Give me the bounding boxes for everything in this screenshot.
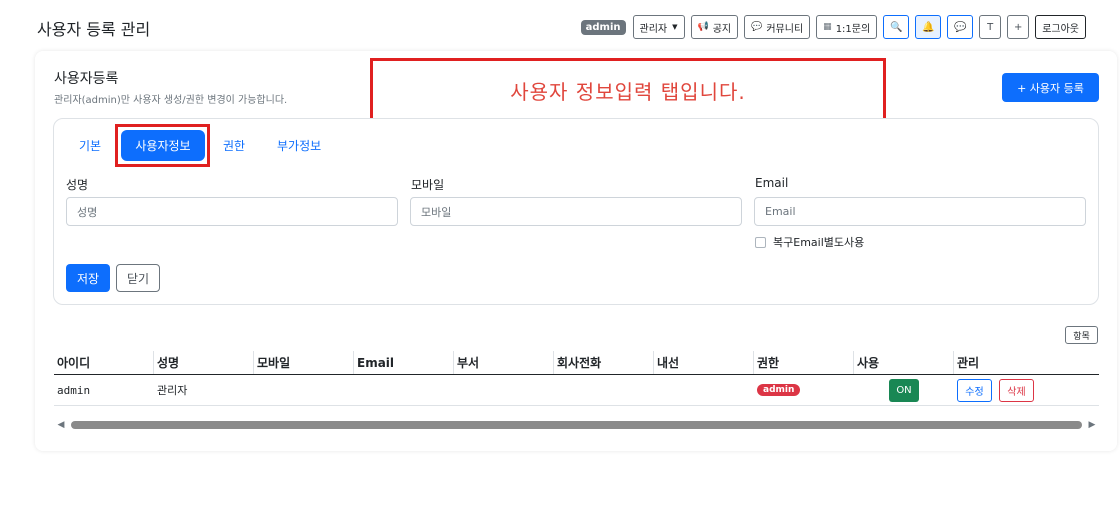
add-user-button[interactable]: + 사용자 등록 — [1002, 73, 1099, 102]
messages-button[interactable]: 💬 — [947, 15, 974, 39]
tab-permissions[interactable]: 권한 — [223, 137, 245, 154]
recovery-email-checkbox[interactable] — [755, 236, 766, 248]
close-button[interactable]: 닫기 — [116, 264, 160, 292]
cell-department — [454, 375, 554, 405]
delete-button[interactable]: 삭제 — [999, 378, 1034, 402]
users-table: 아이디 성명 모바일 Email 부서 회사전화 내선 권한 사용 관리 adm… — [54, 351, 1099, 406]
notice-label: 공지 — [712, 23, 732, 35]
community-button[interactable]: 💬 커뮤니티 — [744, 15, 811, 39]
logout-button[interactable]: 로그아웃 — [1035, 15, 1086, 39]
scroll-track[interactable] — [68, 418, 1085, 432]
chat-icon: 💬 — [953, 21, 967, 33]
table-header: 아이디 성명 모바일 Email 부서 회사전화 내선 권한 사용 관리 — [54, 351, 1099, 375]
edit-button[interactable]: 수정 — [957, 378, 992, 402]
chevron-down-icon: ▼ — [672, 23, 678, 31]
cell-mobile — [254, 375, 354, 405]
scroll-right-icon[interactable]: ▶ — [1085, 418, 1099, 432]
active-toggle[interactable]: ON — [889, 378, 919, 402]
inquiry-button[interactable]: ▦ 1:1문의 — [816, 15, 878, 39]
chat-bubble-icon: 💬 — [751, 22, 763, 32]
section-title: 사용자등록 — [54, 71, 119, 87]
column-header-email: Email — [354, 351, 454, 374]
mobile-label: 모바일 — [411, 178, 445, 192]
megaphone-icon: 📢 — [697, 22, 709, 32]
app-title: 사용자 등록 관리 — [37, 20, 151, 39]
name-input[interactable]: 성명 — [66, 197, 398, 226]
mobile-input[interactable]: 모바일 — [410, 197, 742, 226]
community-label: 커뮤니티 — [766, 23, 804, 35]
column-header-department: 부서 — [454, 351, 554, 374]
email-label: Email — [755, 176, 789, 190]
search-icon: 🔍 — [889, 21, 903, 33]
table-row: admin 관리자 admin ON 수정 삭제 — [54, 375, 1099, 406]
cell-id: admin — [57, 383, 91, 397]
inquiry-label: 1:1문의 — [835, 23, 871, 35]
user-menu-dropdown[interactable]: 관리자 ▼ — [632, 15, 685, 39]
column-header-extension: 내선 — [654, 351, 754, 374]
role-badge: admin — [580, 19, 626, 35]
cell-active: ON — [854, 375, 954, 405]
tab-user-info[interactable]: 사용자정보 — [121, 130, 205, 161]
topbar: admin 관리자 ▼ 📢 공지 💬 커뮤니티 ▦ 1:1문의 🔍 🔔 💬 T … — [580, 15, 1086, 39]
column-header-name: 성명 — [154, 351, 254, 374]
text-size-button[interactable]: T — [979, 15, 1002, 39]
name-label: 성명 — [66, 178, 89, 192]
notifications-button[interactable]: 🔔 — [915, 15, 942, 39]
recovery-email-label: 복구Email별도사용 — [773, 236, 865, 249]
annotation-callout: 사용자 정보입력 탭입니다. — [370, 58, 886, 123]
cell-email — [354, 375, 454, 405]
cell-extension — [654, 375, 754, 405]
role-badge-admin: admin — [757, 384, 801, 396]
column-header-id: 아이디 — [54, 351, 154, 374]
search-button[interactable]: 🔍 — [883, 15, 910, 39]
grid-icon: ▦ — [823, 22, 832, 32]
user-menu-label: 관리자 — [639, 23, 668, 35]
tab-additional-info[interactable]: 부가정보 — [277, 137, 321, 154]
columns-button[interactable]: 항목 — [1065, 326, 1098, 344]
tab-basic[interactable]: 기본 — [79, 137, 101, 154]
cell-manage: 수정 삭제 — [954, 375, 1099, 405]
annotation-text: 사용자 정보입력 탭입니다. — [510, 80, 746, 104]
section-subtitle: 관리자(admin)만 사용자 생성/권한 변경이 가능합니다. — [54, 95, 288, 106]
plus-button[interactable]: + — [1007, 15, 1030, 39]
save-button[interactable]: 저장 — [66, 264, 110, 292]
cell-role: admin — [754, 375, 854, 405]
column-header-company-phone: 회사전화 — [554, 351, 654, 374]
horizontal-scrollbar[interactable]: ◀ ▶ — [54, 418, 1099, 432]
column-header-manage: 관리 — [957, 356, 980, 370]
cell-company-phone — [554, 375, 654, 405]
column-header-role: 권한 — [754, 351, 854, 374]
bell-icon: 🔔 — [921, 21, 935, 33]
recovery-email-option[interactable]: 복구Email별도사용 — [755, 234, 864, 250]
email-input[interactable]: Email — [754, 197, 1086, 226]
column-header-active: 사용 — [854, 351, 954, 374]
scroll-thumb[interactable] — [71, 421, 1082, 429]
cell-name: 관리자 — [157, 384, 188, 397]
column-header-mobile: 모바일 — [254, 351, 354, 374]
scroll-left-icon[interactable]: ◀ — [54, 418, 68, 432]
notice-button[interactable]: 📢 공지 — [690, 15, 739, 39]
